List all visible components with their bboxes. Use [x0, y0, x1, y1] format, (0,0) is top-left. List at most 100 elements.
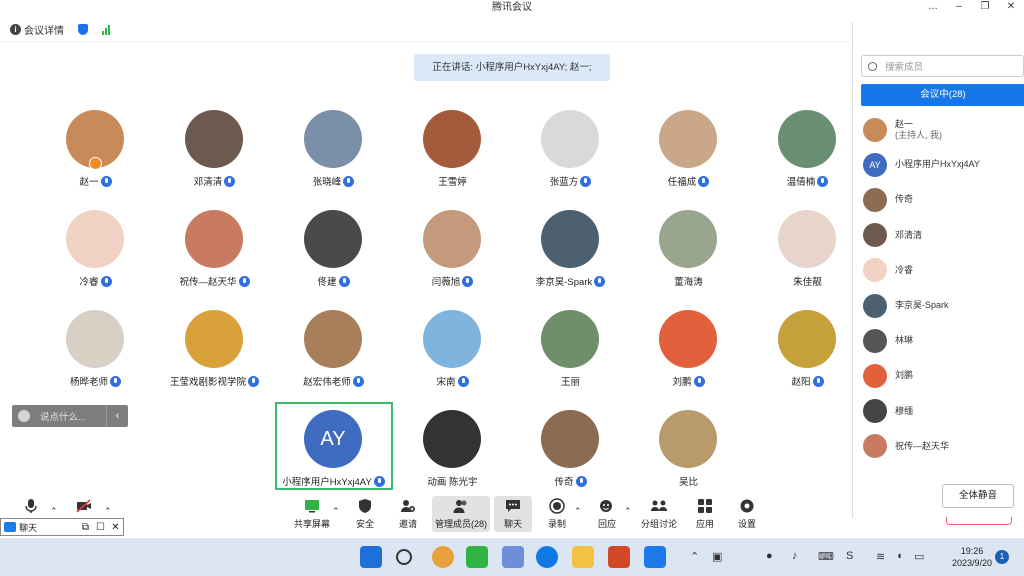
tray-mic-icon[interactable]: ♪	[792, 550, 798, 562]
participant-tile[interactable]: 传奇	[512, 410, 629, 496]
member-row[interactable]: 刘鹏	[853, 358, 1024, 393]
record-button[interactable]: 录制	[536, 496, 578, 532]
participant-tile[interactable]: 王丽	[512, 310, 629, 396]
participant-tile[interactable]: 宋南	[394, 310, 511, 396]
chat-button[interactable]: 聊天	[494, 496, 532, 532]
member-row[interactable]: 传奇	[853, 182, 1024, 217]
participant-tile[interactable]: 杨晔老师	[37, 310, 154, 396]
mini-chat-window[interactable]: 聊天 ⧉ ☐ ✕	[0, 518, 124, 536]
member-text: 小程序用户HxYxj4AY	[895, 159, 980, 170]
participant-tile[interactable]: 祝传—赵天华	[156, 210, 273, 296]
participant-tile[interactable]: 刘鹏	[630, 310, 747, 396]
tray-sogou-icon[interactable]: S	[846, 550, 853, 562]
close-icon[interactable]: ✕	[108, 522, 123, 533]
apps-button[interactable]: 应用	[684, 496, 726, 532]
react-options-caret[interactable]: ⌃	[624, 506, 632, 517]
member-search-input[interactable]: 搜索成员	[861, 55, 1024, 77]
more-button[interactable]: …	[920, 0, 946, 16]
powerpoint-icon[interactable]	[608, 546, 630, 568]
participant-tile[interactable]: 温倩楠	[749, 110, 866, 196]
participant-avatar	[778, 210, 836, 268]
restore-icon[interactable]: ⧉	[78, 522, 93, 533]
participant-tile[interactable]: 李京昊-Spark	[512, 210, 629, 296]
participant-name-row: 赵宏伟老师	[275, 374, 392, 388]
record-label: 录制	[547, 519, 566, 529]
start-menu-icon[interactable]	[360, 546, 382, 568]
participant-tile[interactable]: 佟建	[275, 210, 392, 296]
tab-in-meeting[interactable]: 会议中(28)	[861, 84, 1024, 106]
record-options-caret[interactable]: ⌃	[574, 506, 582, 517]
participant-tile[interactable]: 朱佳靓	[749, 210, 866, 296]
participant-tile[interactable]: 赵一	[37, 110, 154, 196]
chat-input[interactable]: 说点什么... ‹	[12, 405, 128, 427]
member-name: 冷睿	[895, 264, 914, 275]
battery-icon[interactable]: ▭	[914, 550, 924, 563]
browser-icon[interactable]	[432, 546, 454, 568]
participant-tile[interactable]: 张晓峰	[275, 110, 392, 196]
mic-options-caret[interactable]: ⌃	[50, 506, 58, 517]
record-icon	[549, 498, 565, 514]
network-status[interactable]	[102, 24, 110, 35]
member-row[interactable]: 冷睿	[853, 253, 1024, 288]
participant-tile[interactable]: 王雪婷	[394, 110, 511, 196]
member-row[interactable]: 祝传—赵天华	[853, 429, 1024, 464]
restore-button[interactable]: ❐	[972, 0, 998, 16]
tray-ime-icon[interactable]: ⌨	[818, 550, 834, 563]
tray-app-icon[interactable]: ▣	[712, 550, 722, 563]
breakout-button[interactable]: 分组讨论	[636, 496, 682, 532]
camera-options-caret[interactable]: ⌃	[104, 506, 112, 517]
member-row[interactable]: 林琳	[853, 323, 1024, 358]
participant-name: 闫薇旭	[431, 277, 461, 288]
maximize-icon[interactable]: ☐	[93, 522, 108, 533]
participant-tile[interactable]: 闫薇旭	[394, 210, 511, 296]
participant-tile[interactable]: 动画 陈光宇	[394, 410, 511, 496]
emoji-icon[interactable]	[18, 410, 30, 422]
share-options-caret[interactable]: ⌃	[332, 506, 340, 517]
tray-shield-icon[interactable]: ●	[766, 550, 773, 562]
notification-badge[interactable]: 1	[995, 550, 1009, 564]
security-button[interactable]: 安全	[344, 496, 386, 532]
participant-name-row: 祝传—赵天华	[156, 274, 273, 288]
participant-name-row: 杨晔老师	[37, 374, 154, 388]
participant-tile[interactable]: 赵阳	[749, 310, 866, 396]
camera-off-icon	[76, 499, 91, 513]
manage-members-button[interactable]: 管理成员(28)	[432, 496, 490, 532]
search-icon[interactable]	[396, 549, 412, 565]
edge-icon[interactable]	[536, 546, 558, 568]
minimize-button[interactable]: –	[946, 0, 972, 16]
member-row[interactable]: 穆缅	[853, 394, 1024, 429]
mute-all-button[interactable]: 全体静音	[942, 484, 1014, 508]
collapse-chat-icon[interactable]: ‹	[106, 405, 128, 427]
participant-tile[interactable]: 吴比	[630, 410, 747, 496]
member-row[interactable]: 赵一 (主持人, 我)	[853, 112, 1024, 147]
notepad-icon[interactable]	[502, 546, 524, 568]
member-row[interactable]: AY 小程序用户HxYxj4AY	[853, 147, 1024, 182]
participant-tile[interactable]: 张蓝方	[512, 110, 629, 196]
participant-tile[interactable]: 邓清清	[156, 110, 273, 196]
active-speaker-frame	[275, 402, 393, 490]
member-row[interactable]: 李京昊-Spark	[853, 288, 1024, 323]
tray-expand-icon[interactable]: ⌃	[690, 550, 699, 563]
invite-button[interactable]: 邀请	[387, 496, 429, 532]
participant-tile[interactable]: 任福成	[630, 110, 747, 196]
security-status[interactable]	[78, 24, 88, 35]
folder-icon[interactable]	[572, 546, 594, 568]
settings-button[interactable]: 设置	[726, 496, 768, 532]
wifi-icon[interactable]: ≋	[876, 550, 885, 563]
mic-active-icon	[110, 376, 121, 387]
meeting-details-button[interactable]: i 会议详情	[10, 22, 64, 37]
participant-name: 传奇	[554, 477, 574, 488]
member-avatar	[863, 328, 887, 353]
participant-tile[interactable]: 冷睿	[37, 210, 154, 296]
share-screen-button[interactable]: 共享屏幕	[290, 496, 334, 532]
close-button[interactable]: ✕	[998, 0, 1024, 16]
participant-tile[interactable]: 董海涛	[630, 210, 747, 296]
participant-tile[interactable]: 王莹戏剧影视学院	[156, 310, 273, 396]
react-button[interactable]: 回应	[586, 496, 628, 532]
wechat-icon[interactable]	[466, 546, 488, 568]
member-row[interactable]: 邓清清	[853, 218, 1024, 253]
participant-tile[interactable]: 赵宏伟老师	[275, 310, 392, 396]
clock[interactable]: 19:26 2023/9/20	[944, 545, 1000, 569]
volume-icon[interactable]: ◖	[896, 550, 903, 562]
tencent-meeting-icon[interactable]	[644, 546, 666, 568]
